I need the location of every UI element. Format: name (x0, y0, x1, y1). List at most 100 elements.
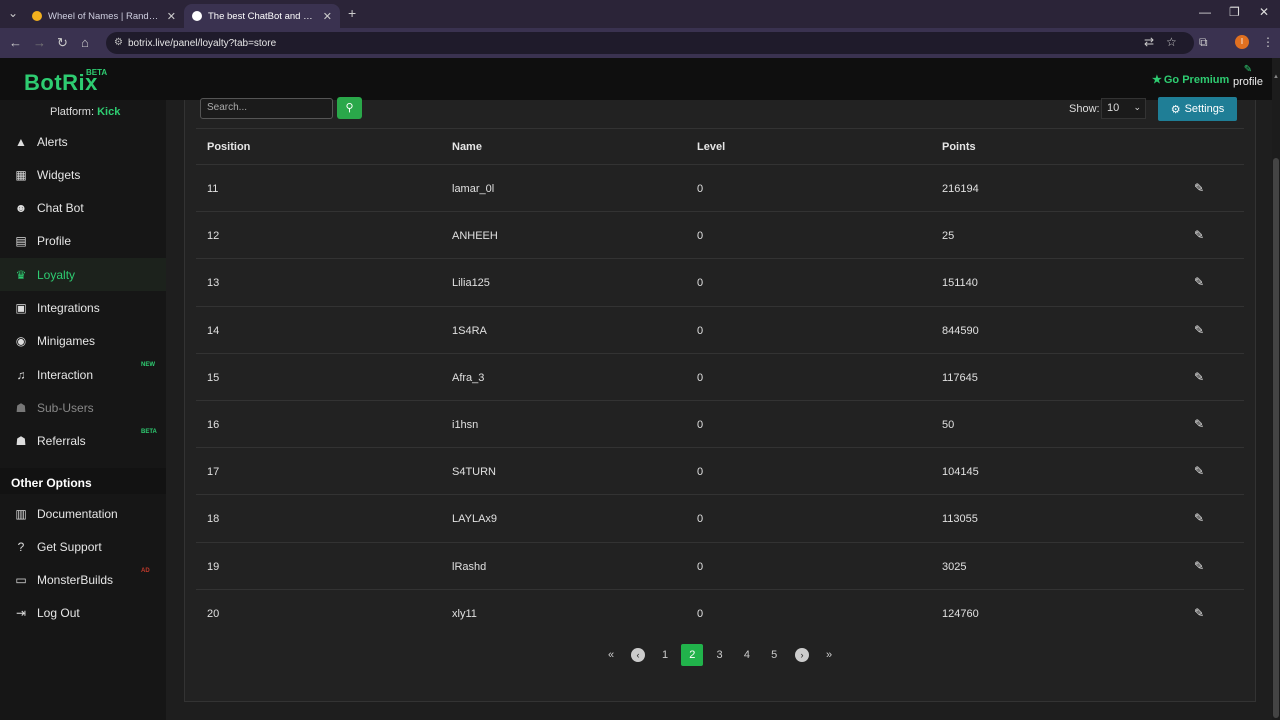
pen-icon: ✎ (1243, 64, 1253, 75)
menu-dots-icon[interactable]: ⋮ (1262, 35, 1274, 49)
sidebar-item-loyalty[interactable]: ♛ Loyalty (0, 258, 166, 292)
search-input[interactable]: Search... (200, 98, 333, 119)
edit-pencil-icon[interactable]: ✎ (1194, 181, 1204, 195)
close-icon[interactable]: ✕ (167, 10, 176, 23)
sidebar-item-alerts[interactable]: ▲ Alerts (0, 125, 166, 158)
sidebar-badge: NEW (141, 362, 155, 369)
first-page-button[interactable]: « (600, 644, 622, 666)
sidebar-item-get-support[interactable]: ? Get Support (0, 530, 166, 563)
home-icon[interactable]: ⌂ (81, 35, 89, 50)
position-cell: 16 (207, 419, 220, 431)
column-header-points: Points (942, 141, 976, 153)
page-scrollbar[interactable]: ▲ (1272, 58, 1280, 720)
name-cell: Afra_3 (452, 371, 485, 384)
page-size-select[interactable]: 10 ⌄ (1101, 98, 1146, 119)
sidebar-item-log-out[interactable]: ⇥ Log Out (0, 597, 166, 630)
star-icon: ★ (1152, 74, 1162, 86)
settings-button[interactable]: ⚙ Settings (1158, 97, 1237, 121)
page-1-button[interactable]: 1 (654, 644, 676, 666)
table-row: 17 S4TURN 0 104145 ✎ (196, 447, 1244, 494)
level-cell: 0 (697, 371, 704, 384)
chevron-down-icon: ⌄ (1133, 102, 1141, 112)
level-cell: 0 (697, 513, 704, 526)
go-premium-link[interactable]: ★ Go Premium (1152, 73, 1230, 87)
profile-link[interactable]: ✎ profile (1233, 64, 1263, 88)
level-cell: 0 (697, 560, 704, 573)
points-cell: 3025 (942, 560, 967, 573)
edit-pencil-icon[interactable]: ✎ (1194, 511, 1204, 525)
reload-icon[interactable]: ↻ (57, 35, 68, 51)
position-cell: 11 (207, 183, 219, 195)
level-cell: 0 (697, 466, 704, 479)
edit-pencil-icon[interactable]: ✎ (1194, 464, 1204, 478)
site-info-icon[interactable]: ⚙ (114, 37, 123, 48)
sidebar-item-label: MonsterBuilds (37, 573, 114, 588)
tab-title: Wheel of Names | Random name picker (48, 10, 161, 22)
trophy-icon: ♛ (15, 267, 27, 282)
points-cell: 25 (942, 230, 955, 243)
sidebar-badge: AD (141, 567, 150, 574)
sidebar-item-widgets[interactable]: ▦ Widgets (0, 158, 166, 191)
sidebar-item-referrals[interactable]: ☗ Referrals BETA (0, 425, 166, 458)
go-premium-label: Go Premium (1163, 73, 1230, 86)
browser-tab-botrix[interactable]: The best ChatBot and Widgets for Kick ✕ (184, 4, 340, 28)
sidebar-item-documentation[interactable]: ▥ Documentation (0, 497, 166, 530)
translate-icon[interactable]: ⇄ (1144, 35, 1154, 49)
address-bar[interactable]: ⚙ botrix.live/panel/loyalty?tab=store (106, 32, 1194, 54)
browser-profile-avatar[interactable]: I (1235, 35, 1249, 49)
next-page-button[interactable]: › (795, 648, 809, 662)
sidebar-item-integrations[interactable]: ▣ Integrations (0, 292, 166, 325)
new-tab-button[interactable]: + (348, 5, 356, 21)
edit-pencil-icon[interactable]: ✎ (1194, 417, 1204, 431)
points-cell: 113055 (942, 513, 978, 526)
level-cell: 0 (697, 230, 704, 243)
edit-pencil-icon[interactable]: ✎ (1194, 275, 1204, 289)
level-cell: 0 (697, 607, 704, 620)
minimize-icon[interactable]: — (1199, 5, 1211, 19)
points-cell: 844590 (942, 324, 979, 337)
sidebar-item-minigames[interactable]: ◉ Minigames (0, 325, 166, 358)
scrollbar-thumb[interactable] (1273, 158, 1279, 718)
gamepad-icon: ◉ (15, 334, 27, 349)
search-icon: ⚲ (345, 102, 354, 114)
position-cell: 17 (207, 466, 220, 479)
tab-strip: ⌄ Wheel of Names | Random name picker ✕ … (0, 0, 1280, 28)
tab-search-icon[interactable]: ⌄ (8, 6, 18, 20)
search-button[interactable]: ⚲ (337, 97, 362, 119)
window-close-icon[interactable]: ✕ (1259, 5, 1269, 19)
close-icon[interactable]: ✕ (323, 10, 332, 23)
sidebar-item-monsterbuilds[interactable]: ▭ MonsterBuilds AD (0, 564, 166, 597)
position-cell: 19 (207, 560, 220, 573)
page-2-button[interactable]: 2 (681, 644, 704, 666)
page-3-button[interactable]: 3 (709, 644, 731, 666)
edit-pencil-icon[interactable]: ✎ (1194, 370, 1204, 384)
platform-label: Platform: (50, 106, 95, 118)
position-cell: 12 (207, 230, 220, 243)
name-cell: LAYLAx9 (452, 513, 498, 526)
scroll-up-icon[interactable]: ▲ (1272, 74, 1280, 80)
page-5-button[interactable]: 5 (763, 644, 785, 666)
edit-pencil-icon[interactable]: ✎ (1194, 559, 1204, 573)
sidebar-item-interaction[interactable]: ♫ Interaction NEW (0, 358, 166, 391)
last-page-button[interactable]: » (818, 644, 840, 666)
prev-page-button[interactable]: ‹ (631, 648, 645, 662)
sidebar-badge: BETA (141, 428, 157, 435)
table-row: 19 lRashd 0 3025 ✎ (196, 541, 1244, 589)
sidebar-item-chat-bot[interactable]: ☻ Chat Bot (0, 192, 166, 225)
name-cell: S4TURN (452, 466, 497, 479)
sidebar-item-profile[interactable]: ▤ Profile (0, 225, 166, 258)
edit-pencil-icon[interactable]: ✎ (1194, 323, 1204, 337)
restore-icon[interactable]: ❐ (1229, 5, 1240, 19)
beta-badge: BETA (86, 68, 108, 77)
extensions-icon[interactable]: ⧉ (1199, 35, 1208, 50)
sidebar-item-sub-users[interactable]: ☗ Sub-Users (0, 391, 166, 424)
edit-pencil-icon[interactable]: ✎ (1194, 606, 1204, 620)
back-icon[interactable]: ← (9, 35, 22, 50)
forward-icon[interactable]: → (33, 35, 46, 50)
edit-pencil-icon[interactable]: ✎ (1194, 228, 1204, 242)
bookmark-star-icon[interactable]: ☆ (1166, 35, 1177, 49)
points-cell: 117645 (942, 371, 978, 384)
grid-icon: ▦ (15, 167, 27, 182)
browser-tab-wheel-of-names[interactable]: Wheel of Names | Random name picker ✕ (24, 4, 184, 28)
page-4-button[interactable]: 4 (736, 644, 758, 666)
